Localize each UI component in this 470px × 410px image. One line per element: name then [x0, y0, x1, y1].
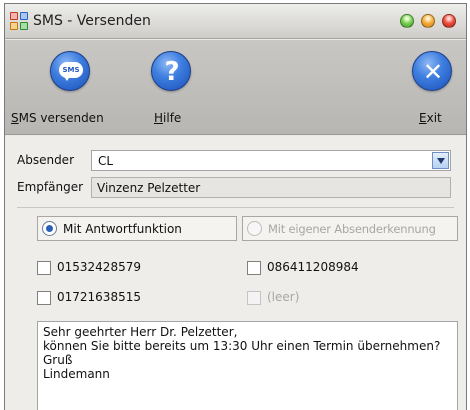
message-line: Lindemann: [43, 367, 110, 381]
help-button[interactable]: ? Hilfe: [135, 40, 205, 135]
radio-with-reply-label: Mit Antwortfunktion: [63, 222, 182, 236]
checkbox-number-3-label: 01721638515: [57, 290, 141, 304]
message-line: Sehr geehrter Herr Dr. Pelzetter,: [43, 325, 238, 339]
help-label: Hilfe: [154, 111, 182, 125]
exit-label: Exit: [419, 111, 442, 125]
send-sms-label: SMS versenden: [11, 111, 104, 125]
checkbox-number-4-label: (leer): [267, 290, 300, 304]
checkbox-number-2[interactable]: [247, 261, 261, 275]
radio-unselected-icon: [247, 221, 262, 236]
radio-selected-icon: [42, 221, 57, 236]
message-line: Gruß: [43, 353, 73, 367]
exit-button[interactable]: ✕ Exit: [397, 40, 466, 135]
checkbox-number-1[interactable]: [37, 261, 51, 275]
sms-bubble-icon: SMS: [50, 51, 90, 91]
close-window-button[interactable]: [442, 14, 456, 28]
checkbox-number-4[interactable]: [247, 291, 261, 305]
title-bar[interactable]: SMS - Versenden: [5, 4, 466, 39]
send-sms-button[interactable]: SMS SMS versenden: [5, 40, 129, 135]
recipient-field: Vinzenz Pelzetter: [91, 177, 451, 198]
recipient-label: Empfänger: [17, 180, 84, 194]
maximize-button[interactable]: [400, 14, 414, 28]
sender-value: CL: [98, 154, 114, 168]
checkbox-number-2-label: 086411208984: [267, 260, 359, 274]
sms-send-window: SMS - Versenden SMS SMS versenden ? Hilf…: [4, 3, 467, 410]
form-panel: Absender CL Empfänger Vinzenz Pelzetter …: [5, 136, 466, 410]
close-icon: ✕: [412, 51, 452, 91]
checkbox-number-3[interactable]: [37, 291, 51, 305]
toolbar: SMS SMS versenden ? Hilfe ✕ Exit: [5, 40, 466, 135]
sender-label: Absender: [17, 153, 74, 167]
radio-own-sender-id[interactable]: Mit eigener Absenderkennung: [242, 216, 458, 241]
radio-with-reply[interactable]: Mit Antwortfunktion: [37, 216, 237, 241]
dropdown-arrow-icon[interactable]: [432, 152, 449, 169]
recipient-value: Vinzenz Pelzetter: [97, 181, 201, 195]
window-title: SMS - Versenden: [33, 13, 151, 29]
minimize-button[interactable]: [421, 14, 435, 28]
divider: [17, 207, 454, 208]
radio-own-sender-id-label: Mit eigener Absenderkennung: [268, 222, 436, 236]
app-grid-icon: [10, 12, 28, 30]
checkbox-number-1-label: 01532428579: [57, 260, 141, 274]
message-textarea[interactable]: Sehr geehrter Herr Dr. Pelzetter, können…: [37, 321, 458, 410]
question-icon: ?: [151, 51, 191, 91]
message-line: können Sie bitte bereits um 13:30 Uhr ei…: [43, 339, 441, 353]
sender-select[interactable]: CL: [91, 150, 451, 171]
